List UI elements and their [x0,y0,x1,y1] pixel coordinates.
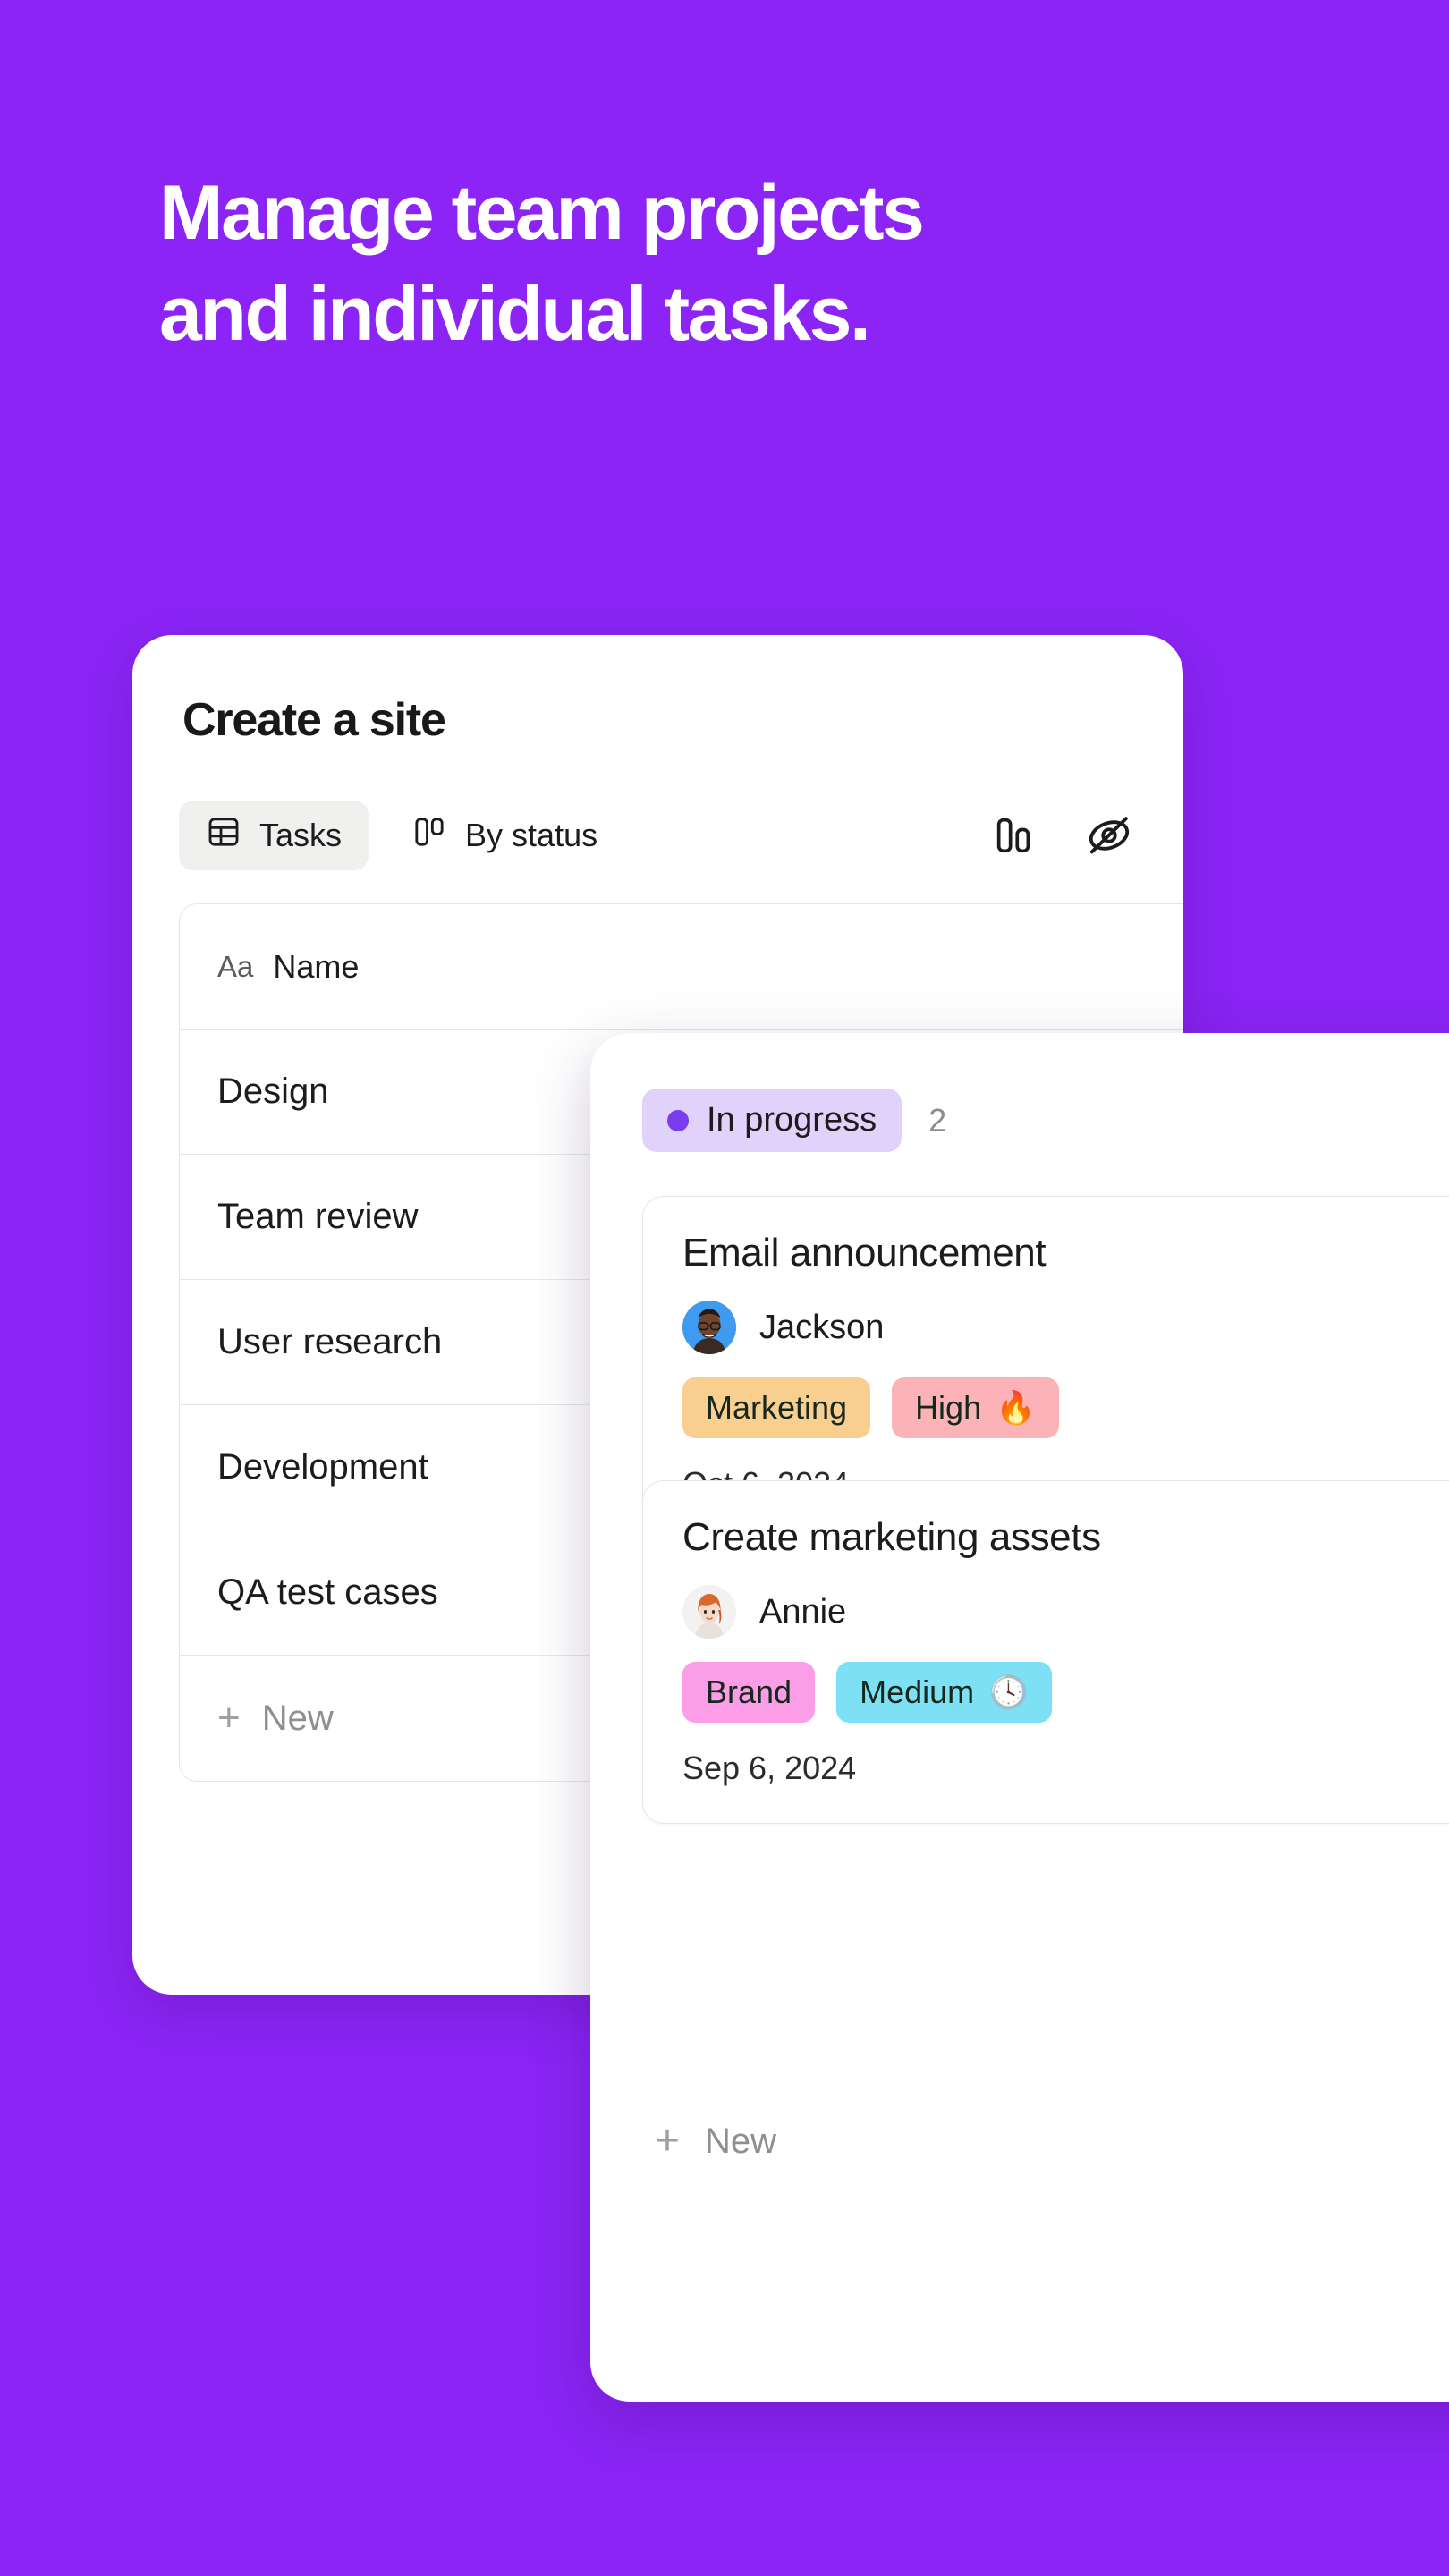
jackson-avatar [682,1301,736,1354]
tag-high[interactable]: High 🔥 [892,1377,1059,1438]
headline-line-1: Manage team projects [159,170,925,256]
task-assignee: Jackson [682,1301,1449,1354]
headline-line-2: and individual tasks. [159,271,871,357]
board-group-header: In progress 2 [642,1089,946,1152]
task-card[interactable]: Create marketing assets Annie Brand Medi… [642,1480,1449,1824]
assignee-name: Annie [759,1592,847,1631]
aa-text-icon: Aa [217,949,254,983]
tag-medium[interactable]: Medium 🕓 [836,1662,1052,1723]
add-new-card-button[interactable]: + New [655,2120,776,2163]
plus-icon: + [217,1696,241,1740]
tag-label: High [915,1389,982,1426]
task-tags: Marketing High 🔥 [682,1377,1449,1438]
fire-emoji-icon: 🔥 [996,1389,1036,1426]
tab-tasks-label: Tasks [259,817,343,853]
tab-by-status-label: By status [465,817,598,853]
add-new-row-label: New [261,1698,334,1738]
view-toolbar: Tasks By status [179,796,1140,875]
row-name: Team review [217,1197,419,1236]
row-name: Development [217,1447,428,1487]
status-label: In progress [707,1101,877,1139]
page-title: Create a site [182,694,446,746]
task-title: Create marketing assets [682,1515,1101,1559]
table-header-row: Aa Name [180,904,1183,1030]
tag-marketing[interactable]: Marketing [682,1377,871,1438]
status-dot-icon [667,1109,689,1131]
status-badge[interactable]: In progress [642,1089,902,1152]
task-assignee: Annie [682,1585,1449,1639]
tag-label: Medium [860,1674,975,1710]
table-icon [206,814,242,858]
hide-fields-icon[interactable] [1078,804,1140,867]
add-new-card-label: New [705,2121,777,2161]
group-by-icon[interactable] [983,804,1046,867]
tab-by-status[interactable]: By status [385,801,624,870]
hero-headline: Manage team projects and individual task… [159,174,1322,352]
task-date: Sep 6, 2024 [682,1750,857,1786]
tab-tasks[interactable]: Tasks [179,801,369,870]
row-name: Design [217,1072,329,1111]
tag-label: Marketing [706,1389,848,1426]
clock-emoji-icon: 🕓 [988,1674,1029,1710]
assignee-name: Jackson [759,1308,885,1346]
tag-brand[interactable]: Brand [682,1662,816,1723]
task-title: Email announcement [682,1231,1046,1275]
annie-avatar [682,1585,736,1639]
task-tags: Brand Medium 🕓 [682,1662,1449,1723]
row-name: User research [217,1322,443,1361]
board-card: In progress 2 Email announcement Jackson… [590,1033,1449,2402]
column-header-name: Name [273,947,360,985]
tag-label: Brand [706,1674,792,1710]
plus-icon: + [655,2117,681,2165]
board-icon [411,814,447,858]
group-count: 2 [928,1101,947,1139]
row-name: QA test cases [217,1572,438,1612]
